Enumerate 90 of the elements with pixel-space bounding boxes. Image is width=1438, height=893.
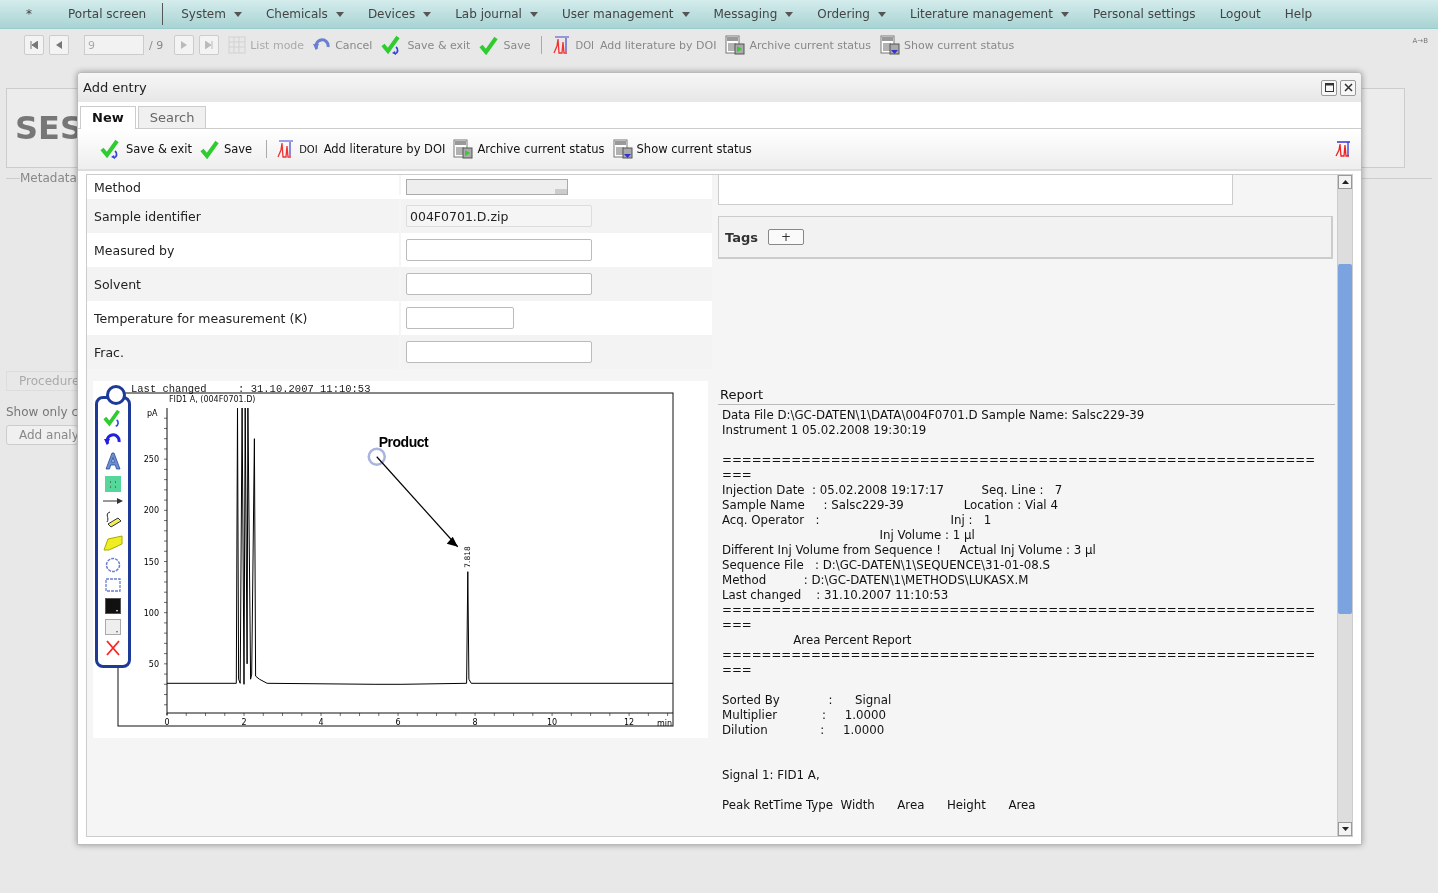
- spectrum-icon: [277, 140, 296, 158]
- close-icon[interactable]: [106, 640, 120, 657]
- y-tick-label: 250: [143, 455, 159, 465]
- toolbar-button[interactable]: Archive current status: [453, 139, 605, 159]
- spectrum-icon: [553, 36, 572, 54]
- x-tick-label: 8: [472, 718, 478, 727]
- x-tick-label: 4: [318, 718, 324, 727]
- first-page-icon: [30, 41, 38, 49]
- menu-item[interactable]: Devices: [355, 7, 444, 21]
- menu-item[interactable]: Literature management: [897, 7, 1081, 21]
- y-tick-label: 200: [143, 506, 159, 516]
- menu-item[interactable]: Portal screen: [56, 7, 159, 21]
- undo-arrow-icon: [313, 38, 332, 52]
- toolbar-button[interactable]: Show current status: [612, 139, 752, 159]
- dotted-square-icon[interactable]: [105, 475, 121, 492]
- menu-item[interactable]: System: [169, 7, 254, 21]
- circle-icon[interactable]: [105, 556, 121, 573]
- color-swatch-icon[interactable]: [105, 597, 121, 614]
- field-label: Frac.: [93, 344, 125, 360]
- field-label: Temperature for measurement (K): [93, 310, 309, 326]
- pencil-icon[interactable]: [104, 510, 122, 529]
- first-record-button[interactable]: [24, 35, 44, 55]
- toolbar-button[interactable]: DOI Add literature by DOI: [277, 140, 446, 158]
- check-icon: [479, 35, 500, 55]
- close-button[interactable]: [1340, 79, 1356, 96]
- menu-item[interactable]: Personal settings: [1080, 7, 1208, 21]
- menu-item[interactable]: Lab journal: [443, 7, 550, 21]
- previous-record-button[interactable]: [49, 35, 69, 55]
- y-tick-label: 100: [143, 608, 159, 618]
- pdf-document-icon: [725, 35, 746, 55]
- arrow-icon[interactable]: [103, 496, 123, 505]
- maximize-icon: [1324, 83, 1334, 92]
- field-label: Solvent: [93, 276, 142, 292]
- menu-item[interactable]: Logout: [1207, 7, 1273, 21]
- chart-header: Last changed : 31.10.2007 11:10:53: [131, 383, 371, 395]
- scroll-up-icon[interactable]: [1341, 180, 1349, 184]
- report-text: Data File D:\GC-DATEN\1\DATA\004F0701.D Sample Name: Salsc229-39 Instrument 1 05.02.2008 19:30:19 ============================================================ === Injection Date : 05.02.2008 19:17:17 Seq. Line : 7 Sample Name : Salsc229-39 Location : Vial 4 Acq. Operator : Inj : 1 Inj Volume : 1 µl Different Inj Volume from Sequence ! Actual Inj Volume : 3 µl Sequence File : D:\GC-DATEN\1\SEQUENCE\31-01-08.S Method : D:\GC-DATEN\1\METHODS\LUKASX.M Last changed : 31.10.2007 11:10:53 ============================================================ === Area Percent Report ============================================================ === Sorted By : Signal Multiplier : 1.0000 Dilution : 1.0000 Signal 1: FID1 A, Peak RetTime Type Width Area Height Area: [721, 407, 1317, 814]
- fieldset-legend: Metadata: [20, 171, 77, 185]
- input-field[interactable]: [406, 273, 592, 295]
- tags-label: Tags: [725, 229, 758, 245]
- toolbar-button[interactable]: Save & exit: [100, 138, 192, 160]
- tab[interactable]: New: [80, 106, 136, 129]
- annotation-label: Product: [378, 433, 429, 450]
- field-label: Sample identifier: [93, 208, 202, 224]
- close-icon: [1343, 83, 1353, 92]
- pdf-document-icon: [453, 139, 474, 159]
- menu-item[interactable]: Chemicals: [253, 7, 356, 21]
- field-label: Method: [93, 180, 142, 195]
- report-title: Report: [719, 386, 765, 404]
- x-axis-label: min: [657, 719, 673, 728]
- input-field[interactable]: [406, 239, 592, 261]
- dialog-title: Add entry: [83, 80, 147, 95]
- y-axis-label: pA: [147, 409, 158, 418]
- maximize-button[interactable]: [1321, 79, 1337, 96]
- scroll-down-icon[interactable]: [1341, 827, 1349, 831]
- record-total: / 9: [149, 38, 164, 52]
- x-tick-label: 10: [547, 718, 558, 727]
- check-icon: [199, 139, 220, 159]
- toolbar-button[interactable]: Save: [199, 139, 253, 159]
- pdf-document-icon: [612, 139, 633, 159]
- letter-a-icon[interactable]: [104, 452, 122, 471]
- color-swatch-icon[interactable]: [105, 618, 121, 635]
- drag-handle[interactable]: [106, 385, 126, 405]
- menu-item[interactable]: Help: [1272, 7, 1325, 21]
- input-field[interactable]: [406, 307, 514, 329]
- x-tick-label: 12: [624, 718, 635, 727]
- field-label: Measured by: [93, 242, 176, 258]
- x-tick-label: 2: [241, 718, 247, 727]
- pdf-document-icon: [880, 35, 901, 55]
- tab[interactable]: Search: [137, 106, 207, 128]
- x-tick-label: 6: [395, 718, 401, 727]
- triangle-right-icon: [180, 41, 189, 49]
- series-label: FID1 A, (004F0701.D): [169, 395, 256, 404]
- filter-text: Show only c: [6, 405, 78, 419]
- last-page-icon: [205, 41, 214, 49]
- undo-arrow-icon[interactable]: [104, 433, 122, 447]
- rectangle-icon[interactable]: [105, 578, 121, 593]
- input-field[interactable]: [406, 341, 592, 363]
- menu-item[interactable]: Messaging: [701, 7, 806, 21]
- menu-item[interactable]: *: [14, 7, 56, 21]
- y-tick-label: 50: [148, 659, 159, 669]
- input-field[interactable]: 004F0701.D.zip: [406, 205, 592, 227]
- menu-item[interactable]: Ordering: [805, 7, 898, 21]
- triangle-left-icon: [55, 41, 63, 49]
- menu-item[interactable]: User management: [549, 7, 702, 21]
- spectrum-icon[interactable]: [1335, 141, 1351, 157]
- y-tick-label: 150: [143, 557, 159, 567]
- scrollbar[interactable]: [1337, 175, 1352, 836]
- x-tick-label: 0: [164, 718, 170, 727]
- add-tag-button[interactable]: +: [768, 229, 805, 245]
